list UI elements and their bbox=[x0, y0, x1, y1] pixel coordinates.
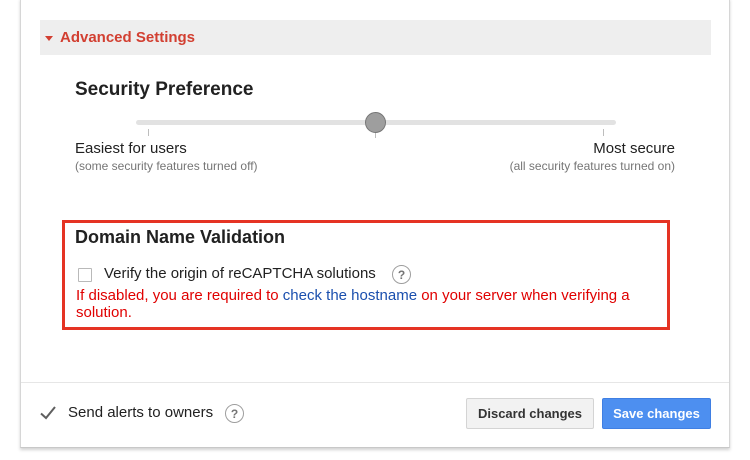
slider-tick-max bbox=[603, 129, 604, 136]
check-hostname-link[interactable]: check the hostname bbox=[283, 287, 417, 304]
help-icon[interactable]: ? bbox=[392, 265, 411, 284]
verify-origin-checkbox[interactable] bbox=[78, 268, 92, 282]
security-slider-thumb[interactable] bbox=[365, 112, 386, 133]
advanced-settings-label: Advanced Settings bbox=[60, 29, 196, 46]
security-preference-title: Security Preference bbox=[75, 79, 254, 100]
slider-max-label: Most secure bbox=[593, 140, 675, 157]
caret-down-icon bbox=[45, 35, 53, 41]
slider-tick-min bbox=[148, 129, 149, 136]
save-changes-button[interactable]: Save changes bbox=[602, 398, 711, 429]
slider-max-sublabel: (all security features turned on) bbox=[509, 159, 675, 173]
send-alerts-label[interactable]: Send alerts to owners bbox=[68, 404, 213, 421]
footer-divider bbox=[21, 382, 729, 383]
help-icon[interactable]: ? bbox=[225, 404, 244, 423]
hostname-warning: If disabled, you are required to check t… bbox=[76, 287, 661, 321]
checkmark-icon bbox=[40, 406, 56, 420]
slider-min-label: Easiest for users bbox=[75, 140, 187, 157]
send-alerts-checkbox[interactable] bbox=[39, 404, 57, 422]
warning-text-before: If disabled, you are required to bbox=[76, 287, 283, 304]
advanced-settings-header[interactable]: Advanced Settings bbox=[40, 20, 711, 55]
discard-changes-button[interactable]: Discard changes bbox=[466, 398, 594, 429]
verify-origin-label[interactable]: Verify the origin of reCAPTCHA solutions bbox=[104, 265, 376, 282]
slider-min-sublabel: (some security features turned off) bbox=[75, 159, 258, 173]
domain-validation-title: Domain Name Validation bbox=[75, 227, 286, 247]
